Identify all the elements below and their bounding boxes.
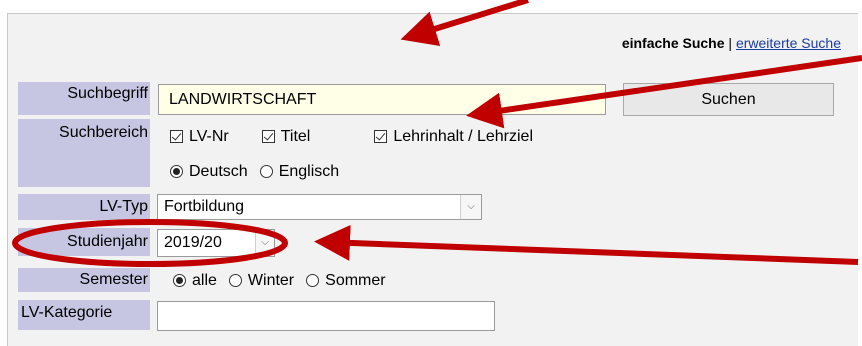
- radio-alle-label: alle: [192, 272, 217, 289]
- studienjahr-label: Studienjahr: [18, 228, 150, 256]
- simple-search-label: einfache Suche: [621, 35, 725, 51]
- chevron-down-icon: ⌵: [460, 195, 481, 219]
- language-radios: Deutsch Englisch: [170, 163, 339, 181]
- semester-radios: alle Winter Sommer: [173, 272, 386, 290]
- checkbox-lehrinhalt-label: Lehrinhalt / Lehrziel: [393, 128, 533, 145]
- lv-typ-label: LV-Typ: [18, 194, 150, 220]
- radio-sommer-label: Sommer: [325, 272, 386, 289]
- radio-sommer[interactable]: [306, 274, 320, 287]
- search-input[interactable]: LANDWIRTSCHAFT: [158, 84, 606, 115]
- checkbox-lv-nr[interactable]: [170, 130, 183, 143]
- checkbox-lv-nr-label: LV-Nr: [189, 128, 229, 145]
- lv-typ-select[interactable]: Fortbildung ⌵: [157, 194, 482, 220]
- radio-englisch[interactable]: [259, 165, 273, 178]
- checkbox-titel-label: Titel: [280, 128, 311, 145]
- radio-alle[interactable]: [173, 274, 186, 287]
- semester-label: Semester: [18, 268, 150, 292]
- lv-typ-value: Fortbildung: [164, 198, 245, 215]
- radio-deutsch[interactable]: [170, 165, 183, 178]
- search-button[interactable]: Suchen: [623, 83, 834, 116]
- radio-winter[interactable]: [228, 274, 242, 287]
- studienjahr-value: 2019/20: [164, 234, 222, 251]
- radio-deutsch-label: Deutsch: [189, 163, 248, 180]
- radio-winter-label: Winter: [247, 272, 295, 289]
- search-mode-links: einfache Suche | erweiterte Suche: [622, 35, 841, 51]
- suchbereich-checkboxes: LV-Nr Titel Lehrinhalt / Lehrziel: [170, 128, 533, 146]
- links-separator: |: [724, 35, 736, 51]
- checkbox-lehrinhalt[interactable]: [374, 130, 388, 143]
- checkbox-titel[interactable]: [261, 130, 275, 143]
- lv-kategorie-label: LV-Kategorie: [18, 300, 150, 330]
- suchbegriff-label: Suchbegriff: [18, 82, 150, 115]
- suchbereich-label: Suchbereich: [18, 119, 150, 187]
- lv-kategorie-input[interactable]: [157, 301, 495, 331]
- studienjahr-select[interactable]: 2019/20 ⌵: [157, 229, 275, 257]
- radio-englisch-label: Englisch: [278, 163, 340, 180]
- advanced-search-link[interactable]: erweiterte Suche: [736, 35, 841, 51]
- chevron-down-icon: ⌵: [255, 230, 274, 256]
